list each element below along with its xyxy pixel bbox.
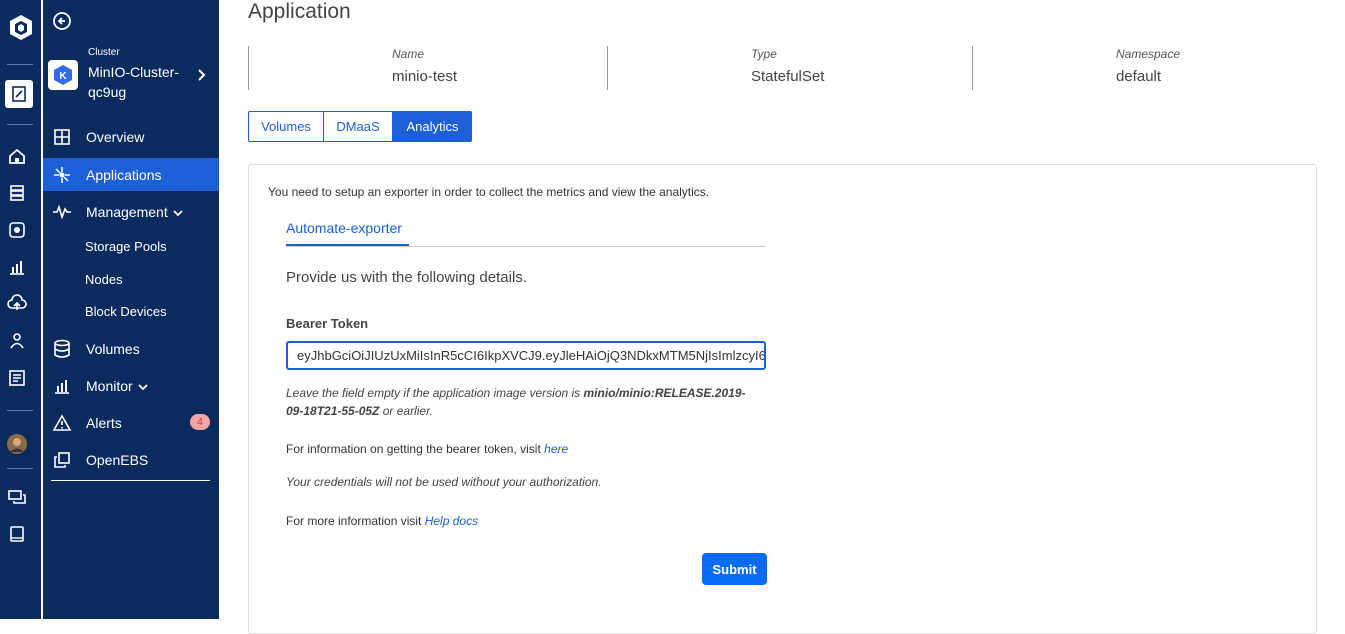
sidebar-item-storage-pools[interactable]: Storage Pools <box>85 239 167 254</box>
chat-icon[interactable] <box>7 487 27 507</box>
bearer-token-label: Bearer Token <box>286 316 369 331</box>
meta-value: StatefulSet <box>751 68 825 85</box>
sidebar-item-label: Monitor <box>86 377 133 394</box>
chevron-down-icon <box>138 378 148 394</box>
applications-icon <box>52 165 72 185</box>
sidebar-item-label: OpenEBS <box>86 451 149 468</box>
form-heading: Provide us with the following details. <box>286 269 527 286</box>
token-info: For information on getting the bearer to… <box>286 442 568 456</box>
meta-namespace: Namespace default <box>972 46 1333 90</box>
cluster-label: Cluster <box>88 47 120 58</box>
sidebar-item-nodes[interactable]: Nodes <box>85 272 123 287</box>
sidebar-item-label: Applications <box>86 166 162 183</box>
avatar[interactable] <box>7 434 27 454</box>
alerts-count-badge: 4 <box>190 414 210 430</box>
sidebar-item-label: Management <box>86 203 168 220</box>
token-info-text: For information on getting the bearer to… <box>286 442 545 456</box>
sidebar-item-management[interactable]: Management <box>43 195 219 228</box>
copy-icon <box>52 450 72 470</box>
tab-bar: Volumes DMaaS Analytics <box>248 111 472 142</box>
submit-button[interactable]: Submit <box>702 553 767 585</box>
sidebar-item-applications[interactable]: Applications <box>43 158 219 191</box>
meta-label: Name <box>392 47 425 61</box>
sidebar-item-label: Overview <box>86 128 145 145</box>
help-info-text: For more information visit <box>286 514 425 528</box>
grid-icon <box>52 127 72 147</box>
apps-icon[interactable] <box>7 220 27 240</box>
tab-dmaas[interactable]: DMaaS <box>324 111 393 142</box>
here-link[interactable]: here <box>544 442 568 456</box>
bearer-token-input[interactable]: eyJhbGciOiJIUzUxMiIsInR5cCI6IkpXVCJ9.eyJ… <box>286 341 766 370</box>
chevron-down-icon <box>173 204 183 220</box>
meta-name: Name minio-test <box>248 46 607 90</box>
sidebar-item-volumes[interactable]: Volumes <box>43 332 219 365</box>
meta-label: Namespace <box>1116 47 1181 61</box>
docs-icon[interactable] <box>7 524 27 544</box>
tab-volumes[interactable]: Volumes <box>248 111 324 142</box>
version-note-text: Leave the field empty if the application… <box>286 386 584 400</box>
svg-text:K: K <box>59 71 67 82</box>
meta-value: default <box>1116 68 1162 85</box>
icon-rail <box>0 0 41 619</box>
meta-label: Type <box>751 47 777 61</box>
warning-icon <box>52 413 72 433</box>
pulse-icon <box>52 202 72 222</box>
version-note-suffix: or earlier. <box>379 404 433 418</box>
tab-analytics[interactable]: Analytics <box>393 111 472 142</box>
sidebar-item-label: Alerts <box>86 414 122 431</box>
analytics-icon[interactable] <box>7 257 27 277</box>
cluster-name: MinIO-Cluster-qc9ug <box>88 64 180 100</box>
back-arrow-icon[interactable] <box>52 11 72 31</box>
credentials-note: Your credentials will not be used withou… <box>286 475 602 489</box>
cluster-selector[interactable]: K Cluster MinIO-Cluster-qc9ug <box>43 44 219 102</box>
sidebar-item-label: Volumes <box>86 340 140 357</box>
help-info: For more information visit Help docs <box>286 514 478 528</box>
subtab-automate-exporter[interactable]: Automate-exporter <box>286 220 402 236</box>
help-docs-link[interactable]: Help docs <box>425 514 478 528</box>
sidebar: K Cluster MinIO-Cluster-qc9ug Overview A… <box>43 0 219 619</box>
sidebar-item-alerts[interactable]: Alerts 4 <box>43 406 219 439</box>
sidebar-divider <box>51 480 210 481</box>
home-icon[interactable] <box>7 146 27 166</box>
sidebar-item-monitor[interactable]: Monitor <box>43 369 219 402</box>
page-title: Application <box>248 0 351 23</box>
database-icon <box>52 339 72 359</box>
chevron-right-icon <box>197 68 207 87</box>
meta-type: Type StatefulSet <box>607 46 972 90</box>
meta-value: minio-test <box>392 68 458 85</box>
clusters-icon[interactable] <box>7 183 27 203</box>
cloud-icon[interactable] <box>7 293 27 313</box>
sidebar-item-overview[interactable]: Overview <box>43 120 219 153</box>
kubernetes-icon: K <box>48 60 78 90</box>
user-icon[interactable] <box>7 331 27 351</box>
intro-text: You need to setup an exporter in order t… <box>268 185 710 199</box>
subtab-divider <box>286 246 766 247</box>
version-note: Leave the field empty if the application… <box>286 384 756 420</box>
report-icon[interactable] <box>7 368 27 388</box>
sidebar-item-block-devices[interactable]: Block Devices <box>85 304 167 319</box>
sidebar-item-openebs[interactable]: OpenEBS <box>43 443 219 476</box>
analytics-card: You need to setup an exporter in order t… <box>248 164 1317 634</box>
maya-logo-icon[interactable] <box>6 12 36 42</box>
chart-icon <box>52 376 72 396</box>
projects-icon[interactable] <box>5 80 33 108</box>
